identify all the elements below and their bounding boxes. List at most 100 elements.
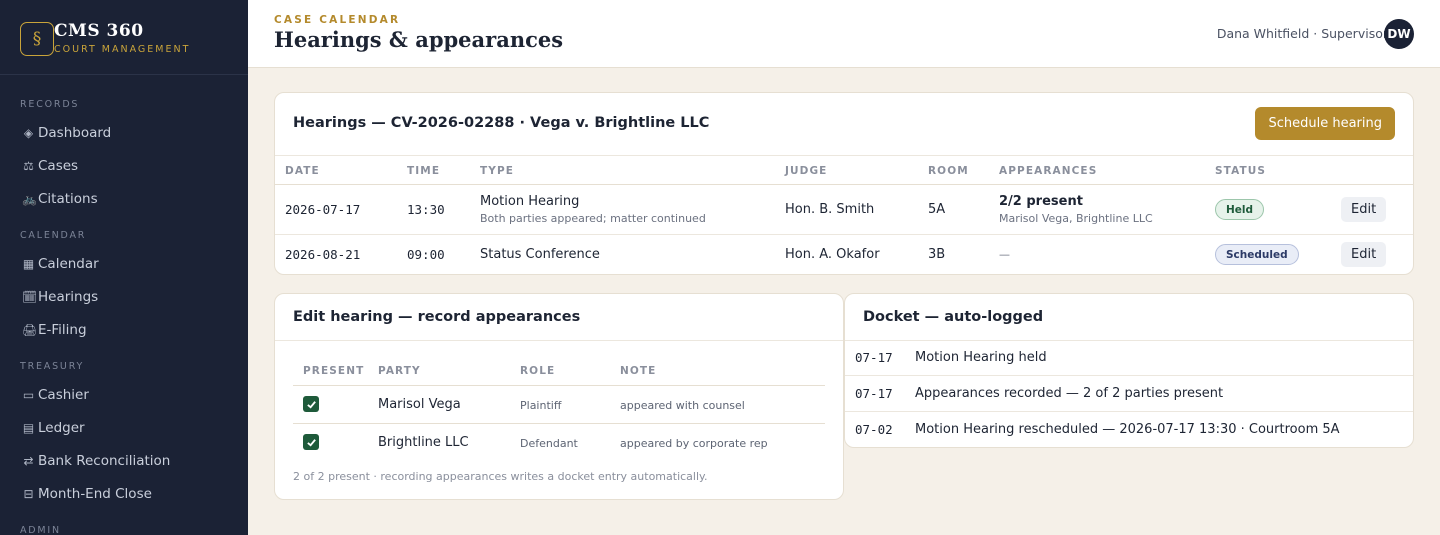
sidebar-item-label: E-Filing <box>38 322 87 338</box>
brand-subtitle: COURT MANAGEMENT <box>54 44 191 55</box>
column-header-date: DATE <box>285 165 320 177</box>
calendar-icon: ▦ <box>22 257 35 271</box>
appearances-footnote: 2 of 2 present · recording appearances w… <box>293 470 708 483</box>
edit-hearing-card-header: Edit hearing — record appearances <box>275 294 843 341</box>
hearings-card-title: Hearings — CV-2026-02288 · Vega v. Brigh… <box>293 115 710 131</box>
sidebar-item-calendar[interactable]: ▦ Calendar <box>22 256 99 272</box>
sidebar-item-label: Cases <box>38 158 79 174</box>
docket-entry-text: Appearances recorded — 2 of 2 parties pr… <box>915 386 1224 401</box>
hearing-date: 2026-07-17 <box>285 202 361 217</box>
docket-entry-date: 07-17 <box>855 386 893 401</box>
docket-entry-text: Motion Hearing rescheduled — 2026-07-17 … <box>915 422 1340 437</box>
party-name: Brightline LLC <box>378 435 469 450</box>
docket-entry-date: 07-17 <box>855 350 893 365</box>
edit-hearing-button[interactable]: Edit <box>1341 197 1387 222</box>
docket-entry: 07-02 Motion Hearing rescheduled — 2026-… <box>845 412 1413 447</box>
table-row: 2026-07-17 13:30 Motion Hearing Both par… <box>275 185 1413 235</box>
page-title: Hearings & appearances <box>274 27 564 52</box>
close-month-icon: ⊟ <box>23 487 34 501</box>
scales-icon: ⚖ <box>23 159 34 173</box>
hearing-judge: Hon. B. Smith <box>785 202 875 217</box>
ledger-icon: ▤ <box>22 421 35 435</box>
bicycle-icon: 🚲 <box>22 192 37 206</box>
hearing-time: 09:00 <box>407 247 445 262</box>
hearing-room: 5A <box>928 202 946 217</box>
nav-section-records: RECORDS <box>20 99 80 110</box>
hearing-room: 3B <box>928 247 946 262</box>
avatar[interactable]: DW <box>1384 19 1414 49</box>
hearing-appearances: 2/2 present <box>999 194 1083 209</box>
docket-card-header: Docket — auto-logged <box>845 294 1413 341</box>
page-header: CASE CALENDAR Hearings & appearances Dan… <box>248 0 1440 68</box>
docket-entry: 07-17 Appearances recorded — 2 of 2 part… <box>845 376 1413 412</box>
hearing-type: Motion Hearing <box>480 194 580 209</box>
hearing-appearances-note: Marisol Vega, Brightline LLC <box>999 212 1153 225</box>
cash-icon: ▭ <box>22 388 35 402</box>
page-kicker: CASE CALENDAR <box>274 14 401 26</box>
hearing-type: Status Conference <box>480 247 600 262</box>
checkmark-icon <box>306 400 316 409</box>
hearing-judge: Hon. A. Okafor <box>785 247 880 262</box>
current-user: Dana Whitfield · Supervisor <box>1216 26 1388 41</box>
sidebar-item-citations[interactable]: 🚲 Citations <box>22 191 98 207</box>
column-header-type: TYPE <box>480 165 515 177</box>
status-badge: Scheduled <box>1215 244 1299 265</box>
table-row: 2026-08-21 09:00 Status Conference Hon. … <box>275 235 1413 274</box>
party-note: appeared by corporate rep <box>620 437 768 450</box>
column-header-time: TIME <box>407 165 441 177</box>
sidebar-item-cashier[interactable]: ▭ Cashier <box>22 387 89 403</box>
present-checkbox[interactable] <box>303 396 319 412</box>
nav-section-admin: ADMIN <box>20 525 61 535</box>
hearing-appearances: — <box>999 248 1010 261</box>
sidebar-item-bank-reconciliation[interactable]: ⇄ Bank Reconciliation <box>22 453 170 469</box>
column-header-note: NOTE <box>620 365 657 377</box>
hearings-calendar-icon: 🗓 <box>22 290 38 304</box>
checkmark-icon <box>306 438 316 447</box>
sidebar-item-month-end-close[interactable]: ⊟ Month-End Close <box>22 486 151 502</box>
party-note: appeared with counsel <box>620 399 745 412</box>
table-row: Brightline LLC Defendant appeared by cor… <box>275 424 843 462</box>
column-header-status: STATUS <box>1215 165 1267 177</box>
column-header-present: PRESENT <box>303 365 365 377</box>
schedule-hearing-button[interactable]: Schedule hearing <box>1255 107 1395 140</box>
dashboard-icon: ◈ <box>23 126 34 140</box>
party-role: Defendant <box>520 437 578 450</box>
brand: § CMS 360 COURT MANAGEMENT <box>0 0 248 75</box>
table-row: Marisol Vega Plaintiff appeared with cou… <box>275 386 843 424</box>
sidebar-item-cases[interactable]: ⚖ Cases <box>22 158 78 174</box>
column-header-role: ROLE <box>520 365 556 377</box>
column-header-judge: JUDGE <box>785 165 828 177</box>
sidebar-item-hearings[interactable]: 🗓 Hearings <box>22 289 98 305</box>
party-role: Plaintiff <box>520 399 562 412</box>
docket-card-title: Docket — auto-logged <box>863 309 1044 325</box>
printer-icon: 🖨 <box>22 323 38 337</box>
edit-hearing-card: Edit hearing — record appearances PRESEN… <box>274 293 844 500</box>
sidebar: § CMS 360 COURT MANAGEMENT RECORDS ◈ Das… <box>0 0 248 535</box>
docket-entry-text: Motion Hearing held <box>915 350 1047 365</box>
status-badge: Held <box>1215 199 1265 220</box>
brand-name: CMS 360 <box>54 21 144 41</box>
brand-logo-icon: § <box>20 22 54 56</box>
sidebar-item-label: Bank Reconciliation <box>38 453 171 469</box>
sidebar-item-label: Hearings <box>38 289 99 305</box>
sidebar-item-label: Cashier <box>38 387 89 403</box>
hearing-date: 2026-08-21 <box>285 247 361 262</box>
hearing-time: 13:30 <box>407 202 445 217</box>
edit-hearing-card-title: Edit hearing — record appearances <box>293 309 581 325</box>
hearings-table-header: DATE TIME TYPE JUDGE ROOM APPEARANCES ST… <box>275 155 1413 185</box>
present-checkbox[interactable] <box>303 434 319 450</box>
sidebar-item-label: Dashboard <box>38 125 112 141</box>
hearings-card: Hearings — CV-2026-02288 · Vega v. Brigh… <box>274 92 1414 275</box>
column-header-party: PARTY <box>378 365 421 377</box>
edit-hearing-button[interactable]: Edit <box>1341 242 1387 267</box>
nav-section-calendar: CALENDAR <box>20 230 87 241</box>
docket-entry-date: 07-02 <box>855 422 893 437</box>
party-name: Marisol Vega <box>378 397 461 412</box>
sidebar-item-efiling[interactable]: 🖨 E-Filing <box>22 322 87 338</box>
column-header-appearances: APPEARANCES <box>999 165 1098 177</box>
sidebar-item-dashboard[interactable]: ◈ Dashboard <box>22 125 111 141</box>
docket-card: Docket — auto-logged 07-17 Motion Hearin… <box>844 293 1414 448</box>
hearing-type-note: Both parties appeared; matter continued <box>480 212 706 225</box>
sidebar-item-ledger[interactable]: ▤ Ledger <box>22 420 85 436</box>
docket-entry: 07-17 Motion Hearing held <box>845 340 1413 376</box>
